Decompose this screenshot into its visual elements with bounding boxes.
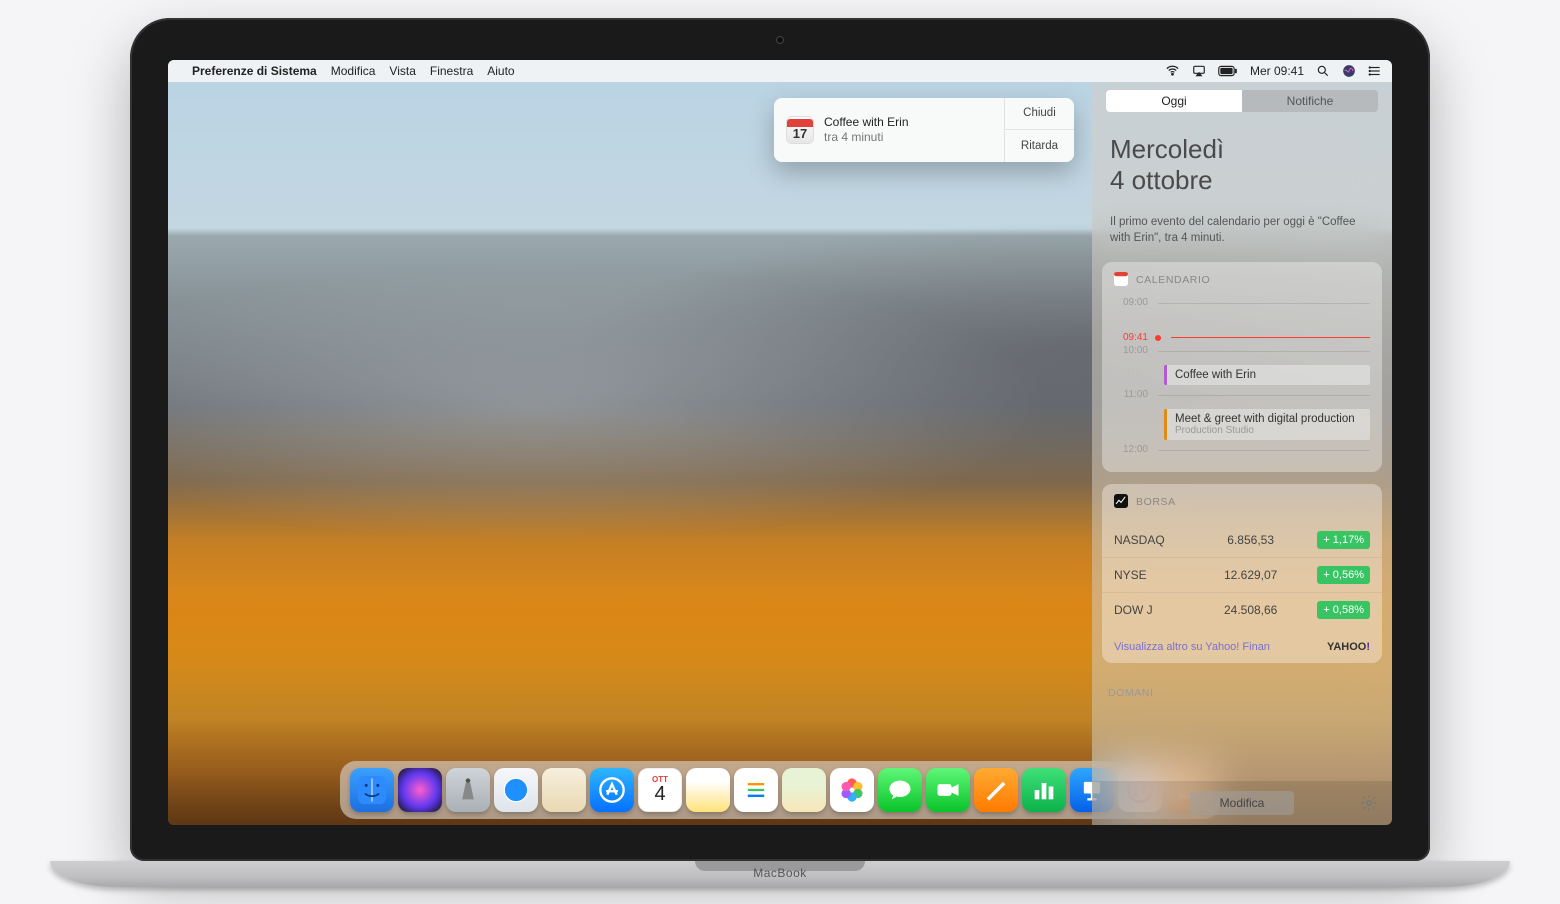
dock-app-finder[interactable] xyxy=(350,768,394,812)
stock-row[interactable]: NYSE 12.629,07 + 0,56% xyxy=(1102,557,1382,592)
nc-date: 4 ottobre xyxy=(1110,165,1374,196)
dock-app-photos[interactable] xyxy=(830,768,874,812)
dock-app-notes[interactable] xyxy=(686,768,730,812)
notification-title: Coffee with Erin xyxy=(824,115,909,130)
hour-label: 12:00 xyxy=(1114,444,1148,455)
nc-summary: Il primo evento del calendario per oggi … xyxy=(1092,204,1392,262)
dock-app-numbers[interactable] xyxy=(1022,768,1066,812)
dock-app-launchpad[interactable] xyxy=(446,768,490,812)
dock-app-facetime[interactable] xyxy=(926,768,970,812)
dock: OTT 4 xyxy=(340,761,1220,819)
menubar-item-edit[interactable]: Modifica xyxy=(331,64,376,78)
laptop-base: MacBook xyxy=(50,861,1510,887)
dock-app-messages[interactable] xyxy=(878,768,922,812)
stock-row[interactable]: NASDAQ 6.856,53 + 1,17% xyxy=(1102,523,1382,557)
dock-app-siri[interactable] xyxy=(398,768,442,812)
now-time-label: 09:41 xyxy=(1114,332,1148,343)
dock-app-calendar[interactable]: OTT 4 xyxy=(638,768,682,812)
notification-snooze-button[interactable]: Ritarda xyxy=(1005,129,1074,162)
dock-app-pages[interactable] xyxy=(974,768,1018,812)
menubar-item-help[interactable]: Aiuto xyxy=(487,64,514,78)
yahoo-brand: YAHOO! xyxy=(1327,641,1370,653)
hour-label: 11:00 xyxy=(1114,389,1148,400)
nc-footer: Modifica xyxy=(1092,781,1392,825)
nc-edit-button[interactable]: Modifica xyxy=(1190,791,1295,815)
stock-row[interactable]: DOW J 24.508,66 + 0,58% xyxy=(1102,592,1382,627)
battery-icon[interactable] xyxy=(1218,65,1238,77)
screen: Preferenze di Sistema Modifica Vista Fin… xyxy=(168,60,1392,825)
dock-app-maps[interactable] xyxy=(782,768,826,812)
menubar-clock[interactable]: Mer 09:41 xyxy=(1250,64,1304,78)
nc-day: Mercoledì xyxy=(1110,134,1374,165)
menubar: Preferenze di Sistema Modifica Vista Fin… xyxy=(168,60,1392,82)
siri-icon[interactable] xyxy=(1342,64,1356,78)
laptop-label: MacBook xyxy=(753,866,807,880)
gear-icon[interactable] xyxy=(1360,794,1378,812)
nc-tab-notifications[interactable]: Notifiche xyxy=(1242,90,1378,112)
nc-tab-today[interactable]: Oggi xyxy=(1106,90,1242,112)
calendar-app-icon xyxy=(1114,272,1128,289)
notification-close-button[interactable]: Chiudi xyxy=(1005,98,1074,130)
nc-tomorrow-header: DOMANI xyxy=(1102,675,1382,703)
hour-label: 09:00 xyxy=(1114,297,1148,308)
wifi-icon[interactable] xyxy=(1165,63,1180,78)
notification-subtitle: tra 4 minuti xyxy=(824,130,909,145)
stocks-more-link[interactable]: Visualizza altro su Yahoo! Finan xyxy=(1114,641,1270,653)
now-indicator-dot xyxy=(1155,335,1161,341)
menubar-item-window[interactable]: Finestra xyxy=(430,64,473,78)
dock-app-reminders[interactable] xyxy=(734,768,778,812)
stocks-app-icon xyxy=(1114,494,1128,511)
dock-app-safari[interactable] xyxy=(494,768,538,812)
menubar-app-name[interactable]: Preferenze di Sistema xyxy=(192,64,317,78)
calendar-icon: 17 xyxy=(786,116,814,144)
notification-center-icon[interactable] xyxy=(1368,64,1382,78)
laptop-frame: Preferenze di Sistema Modifica Vista Fin… xyxy=(130,18,1430,887)
dock-app-appstore[interactable] xyxy=(590,768,634,812)
widget-stocks-title: BORSA xyxy=(1136,496,1176,508)
widget-stocks: BORSA NASDAQ 6.856,53 + 1,17% NYSE 12.62… xyxy=(1102,484,1382,663)
calendar-event[interactable]: Coffee with Erin xyxy=(1164,365,1370,385)
notification-banner: 17 Coffee with Erin tra 4 minuti Chiudi … xyxy=(774,98,1074,162)
nc-tab-switcher: Oggi Notifiche xyxy=(1106,90,1378,112)
laptop-lid: Preferenze di Sistema Modifica Vista Fin… xyxy=(130,18,1430,861)
camera-dot xyxy=(776,36,784,44)
widget-calendar: CALENDARIO 09:00 09:41 10:00 Coffee with… xyxy=(1102,262,1382,472)
airplay-icon[interactable] xyxy=(1192,64,1206,78)
menubar-item-view[interactable]: Vista xyxy=(389,64,415,78)
spotlight-icon[interactable] xyxy=(1316,64,1330,78)
widget-calendar-title: CALENDARIO xyxy=(1136,274,1210,286)
calendar-event[interactable]: Meet & greet with digital production Pro… xyxy=(1164,409,1370,440)
notification-center-panel: Oggi Notifiche Mercoledì 4 ottobre Il pr… xyxy=(1092,82,1392,825)
dock-app-preview[interactable] xyxy=(542,768,586,812)
hour-label: 10:00 xyxy=(1114,345,1148,356)
